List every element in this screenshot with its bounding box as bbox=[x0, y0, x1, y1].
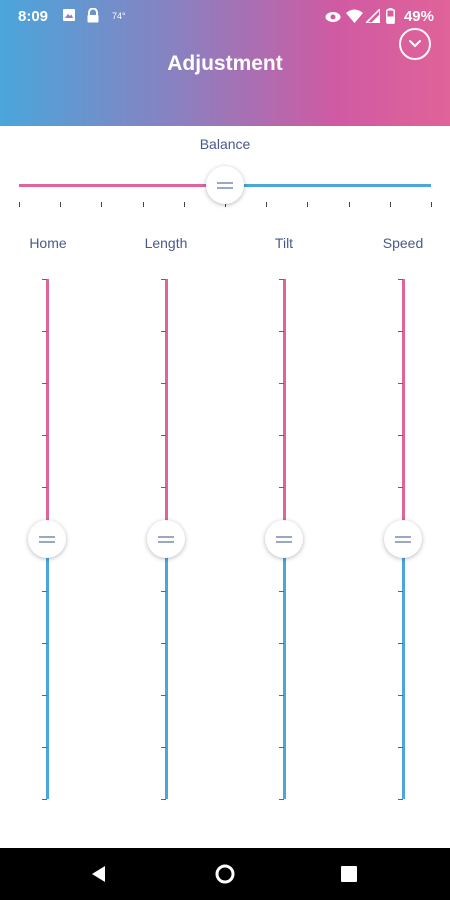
slider-tick bbox=[279, 747, 284, 748]
collapse-button[interactable] bbox=[399, 28, 431, 60]
length-label: Length bbox=[144, 235, 188, 251]
status-temperature: 74° bbox=[112, 11, 126, 21]
slider-tick bbox=[42, 747, 47, 748]
battery-icon bbox=[386, 8, 395, 29]
slider-tick bbox=[279, 591, 284, 592]
slider-tick bbox=[42, 591, 47, 592]
slider-tick bbox=[42, 435, 47, 436]
balance-track-right bbox=[225, 184, 431, 187]
balance-knob[interactable] bbox=[206, 166, 244, 204]
slider-tick bbox=[398, 591, 403, 592]
home-icon[interactable] bbox=[215, 864, 235, 889]
status-bar: 8:09 74° 49% bbox=[0, 0, 450, 32]
app-header: 8:09 74° 49% Adjustment bbox=[0, 0, 450, 126]
tilt-label: Tilt bbox=[274, 235, 294, 251]
track-lower bbox=[283, 539, 286, 799]
slider-tick bbox=[161, 487, 166, 488]
navigation-bar bbox=[0, 848, 450, 900]
balance-tick bbox=[143, 202, 144, 207]
track-lower bbox=[46, 539, 49, 799]
page-title: Adjustment bbox=[167, 52, 283, 75]
slider-tick bbox=[398, 383, 403, 384]
slider-tick bbox=[42, 799, 47, 800]
balance-label: Balance bbox=[199, 136, 251, 152]
track-lower bbox=[165, 539, 168, 799]
slider-tick bbox=[42, 279, 47, 280]
slider-tick bbox=[42, 331, 47, 332]
slider-tick bbox=[279, 487, 284, 488]
slider-tick bbox=[42, 695, 47, 696]
signal-icon bbox=[364, 7, 381, 28]
slider-tick bbox=[161, 331, 166, 332]
slider-tick bbox=[279, 695, 284, 696]
balance-tick bbox=[60, 202, 61, 207]
slider-tick bbox=[279, 643, 284, 644]
status-battery: 49% bbox=[403, 8, 434, 25]
slider-tick bbox=[161, 435, 166, 436]
slider-tick bbox=[398, 695, 403, 696]
slider-tick bbox=[398, 643, 403, 644]
track-upper bbox=[402, 279, 405, 539]
balance-tick bbox=[266, 202, 267, 207]
balance-tick bbox=[349, 202, 350, 207]
status-time: 8:09 bbox=[18, 8, 49, 25]
eye-icon bbox=[325, 10, 341, 28]
slider-tick bbox=[161, 383, 166, 384]
slider-tick bbox=[279, 799, 284, 800]
slider-knob[interactable] bbox=[384, 520, 422, 558]
balance-tick bbox=[184, 202, 185, 207]
slider-tick bbox=[161, 695, 166, 696]
slider-tick bbox=[42, 643, 47, 644]
slider-tick bbox=[161, 643, 166, 644]
slider-tick bbox=[398, 799, 403, 800]
slider-tick bbox=[279, 331, 284, 332]
balance-track-left bbox=[19, 184, 225, 187]
balance-tick bbox=[19, 202, 20, 207]
slider-knob[interactable] bbox=[265, 520, 303, 558]
slider-knob[interactable] bbox=[147, 520, 185, 558]
slider-tick bbox=[42, 487, 47, 488]
balance-tick bbox=[431, 202, 432, 207]
balance-tick bbox=[390, 202, 391, 207]
recents-icon[interactable] bbox=[341, 866, 357, 887]
slider-tick bbox=[161, 591, 166, 592]
slider-tick bbox=[279, 435, 284, 436]
wifi-icon bbox=[346, 9, 363, 28]
image-icon bbox=[62, 8, 76, 27]
slider-tick bbox=[161, 747, 166, 748]
speed-label: Speed bbox=[382, 235, 424, 251]
track-upper bbox=[283, 279, 286, 539]
track-lower bbox=[402, 539, 405, 799]
back-icon[interactable] bbox=[90, 865, 108, 888]
slider-tick bbox=[279, 279, 284, 280]
slider-tick bbox=[398, 487, 403, 488]
lock-icon bbox=[86, 7, 100, 28]
slider-knob[interactable] bbox=[28, 520, 66, 558]
slider-tick bbox=[161, 279, 166, 280]
slider-tick bbox=[161, 799, 166, 800]
balance-tick bbox=[307, 202, 308, 207]
chevron-down-icon bbox=[409, 40, 421, 48]
track-upper bbox=[46, 279, 49, 539]
slider-tick bbox=[398, 435, 403, 436]
track-upper bbox=[165, 279, 168, 539]
slider-tick bbox=[398, 747, 403, 748]
slider-tick bbox=[42, 383, 47, 384]
slider-tick bbox=[398, 279, 403, 280]
balance-tick bbox=[101, 202, 102, 207]
home-label: Home bbox=[29, 235, 67, 251]
slider-tick bbox=[398, 331, 403, 332]
slider-tick bbox=[279, 383, 284, 384]
